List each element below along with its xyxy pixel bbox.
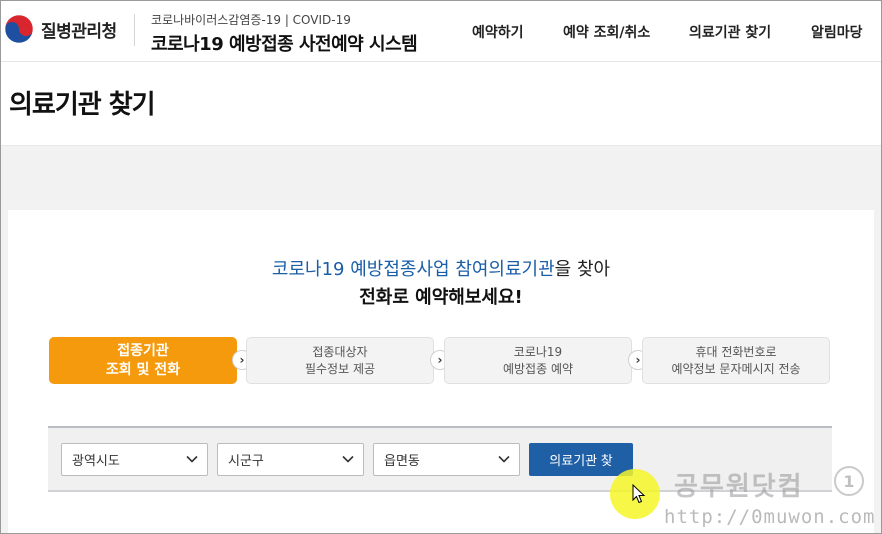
step-1-line-1: 접종기관 <box>117 342 169 359</box>
district-select[interactable]: 시군구 <box>217 443 364 476</box>
step-3-line-1: 코로나19 <box>513 344 563 359</box>
chevron-down-icon <box>498 455 510 463</box>
step-4-line-2: 예약정보 문자메시지 전송 <box>671 361 801 376</box>
nav-reserve[interactable]: 예약하기 <box>472 22 524 42</box>
find-clinic-button[interactable]: 의료기관 찾 <box>529 443 633 476</box>
district-select-value: 시군구 <box>228 454 264 469</box>
step-3: 코로나19 예방접종 예약 <box>444 337 632 384</box>
nav-notice[interactable]: 알림마당 <box>811 22 863 42</box>
province-select-value: 광역시도 <box>72 454 120 469</box>
watermark-text: 공무원닷컴 <box>674 472 804 502</box>
province-select[interactable]: 광역시도 <box>61 443 208 476</box>
nav-find-clinic[interactable]: 의료기관 찾기 <box>689 22 771 42</box>
chevron-down-icon <box>186 455 198 463</box>
step-1-line-2: 조회 및 전화 <box>105 361 181 378</box>
system-title[interactable]: 코로나19 예방접종 사전예약 시스템 <box>151 30 418 56</box>
step-2-line-2: 필수정보 제공 <box>304 361 376 376</box>
agency-name: 질병관리청 <box>41 21 117 42</box>
town-select-value: 읍면동 <box>384 454 420 469</box>
watermark-url: http://0muwon.com <box>664 506 876 528</box>
intro-line-2: 전화로 예약해보세요! <box>359 287 523 308</box>
header-divider <box>134 14 135 46</box>
intro-line-1: 코로나19 예방접종사업 참여의료기관을 찾아 <box>0 255 882 281</box>
town-select[interactable]: 읍면동 <box>373 443 520 476</box>
system-subtitle: 코로나바이러스감염증-19 | COVID-19 <box>151 13 351 27</box>
step-1: 접종기관 조회 및 전화 <box>49 337 237 384</box>
intro-text-b: 을 찾아 <box>554 259 611 280</box>
watermark-badge: 1 <box>834 466 864 496</box>
step-2: 접종대상자 필수정보 제공 <box>246 337 434 384</box>
step-2-line-1: 접종대상자 <box>312 344 368 359</box>
intro-text-a: 코로나19 예방접종사업 <box>271 259 456 280</box>
site-header: 질병관리청 코로나바이러스감염증-19 | COVID-19 코로나19 예방접… <box>0 0 882 62</box>
nav-lookup-cancel[interactable]: 예약 조회/취소 <box>563 22 650 42</box>
step-4: 휴대 전화번호로 예약정보 문자메시지 전송 <box>642 337 830 384</box>
step-4-line-1: 휴대 전화번호로 <box>695 344 777 359</box>
taegeuk-emblem-icon <box>4 14 34 44</box>
agency-logo[interactable]: 질병관리청 <box>4 11 117 47</box>
step-3-line-2: 예방접종 예약 <box>502 361 574 376</box>
page-title: 의료기관 찾기 <box>9 90 156 120</box>
mouse-pointer-icon <box>632 484 646 504</box>
chevron-down-icon <box>342 455 354 463</box>
intro-highlight: 참여의료기관 <box>455 259 555 280</box>
